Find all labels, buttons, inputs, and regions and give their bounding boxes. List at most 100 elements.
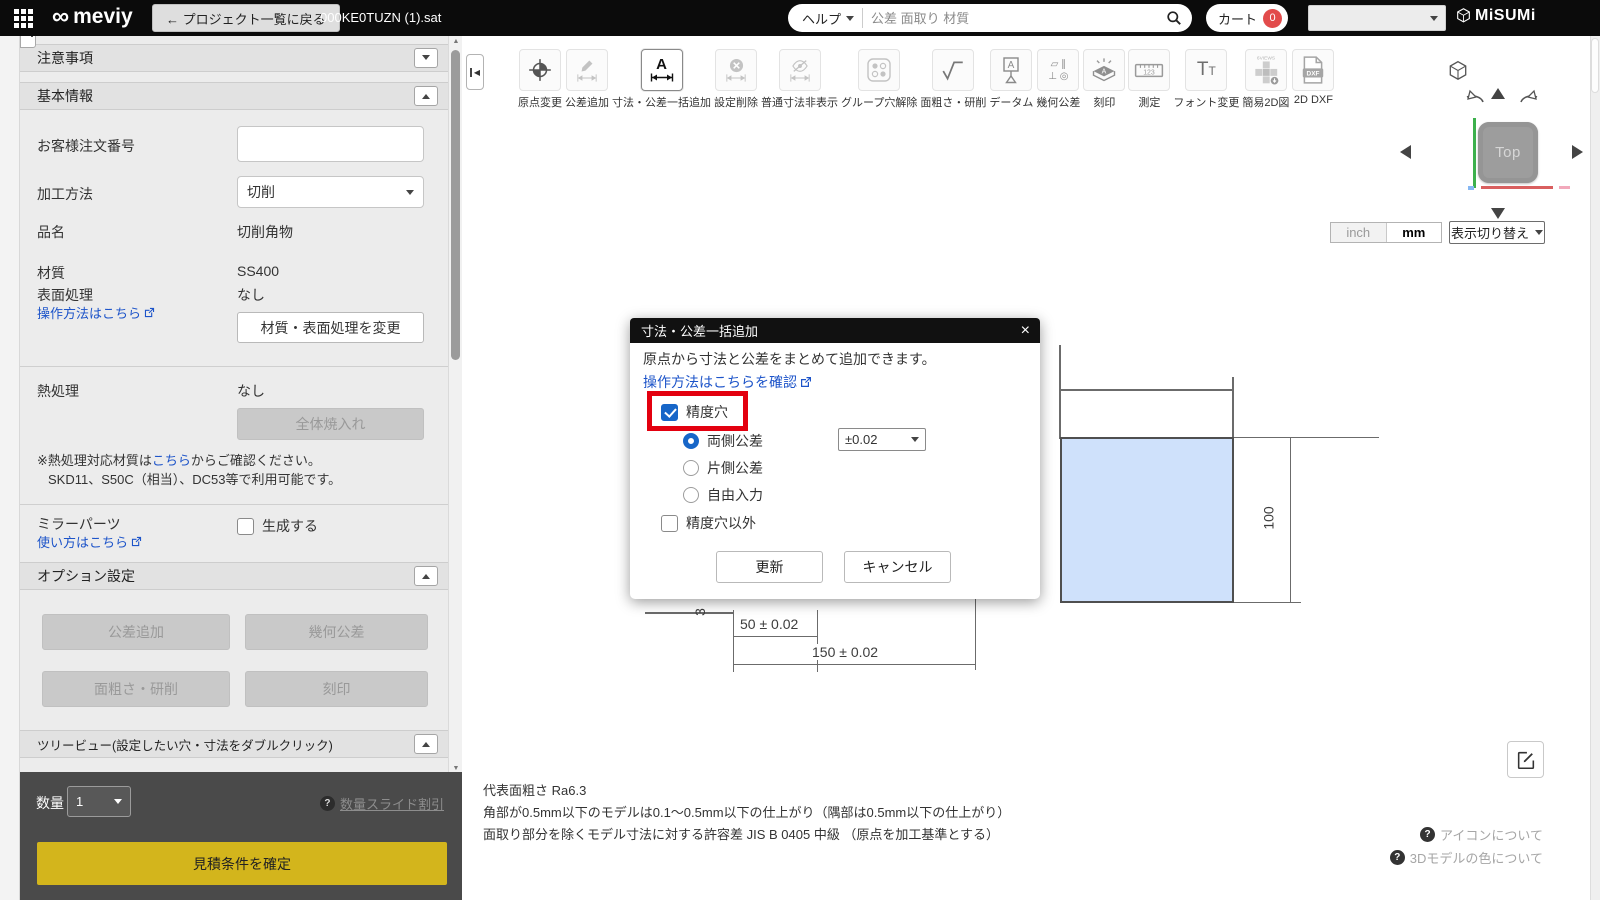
canvas-scrollbar[interactable] bbox=[1590, 36, 1600, 900]
canvas-scrollbar-thumb[interactable] bbox=[1591, 38, 1599, 93]
change-material-button[interactable]: 材質・表面処理を変更 bbox=[237, 312, 424, 343]
part-outline bbox=[1059, 389, 1234, 391]
generate-checkbox[interactable] bbox=[237, 517, 254, 535]
extension-line bbox=[1234, 437, 1379, 438]
toolbar-button-stamp[interactable]: A 刻印 bbox=[1083, 49, 1126, 110]
dimension-tick bbox=[1282, 602, 1299, 603]
unit-inch-button[interactable]: inch bbox=[1331, 223, 1387, 242]
scroll-up-icon[interactable]: ▲ bbox=[449, 38, 463, 45]
external-link-icon bbox=[144, 307, 155, 318]
toolbar-button-geometric-tolerance[interactable]: ▱ ∥ ⊥ ◎ 幾何公差 bbox=[1036, 49, 1080, 110]
heat-note-line1: ※熱処理対応材質はこちらからご確認ください。 bbox=[37, 450, 321, 469]
non-precision-label: 精度穴以外 bbox=[686, 515, 756, 531]
both-side-radio[interactable] bbox=[683, 433, 699, 449]
datum-icon: A bbox=[1003, 57, 1020, 84]
heat-note-link[interactable]: こちら bbox=[152, 450, 191, 469]
display-toggle-button[interactable]: 表示切り替え bbox=[1449, 221, 1545, 244]
viewcube-top-face[interactable]: Top bbox=[1478, 122, 1538, 183]
section-header-treeview[interactable]: ツリービュー(設定したい穴・寸法をダブルクリック) bbox=[20, 730, 448, 758]
rotate-right-arrow[interactable] bbox=[1572, 145, 1583, 159]
free-input-radio[interactable] bbox=[683, 487, 699, 503]
meviy-logo[interactable]: ∞ meviy bbox=[52, 2, 133, 32]
viewer-canvas[interactable]: ◀ 原点変更 公差追加 A 寸法・公差一括追加 設定削除 普通寸法非表示 グルー… bbox=[462, 36, 1600, 900]
sidebar-scrollbar[interactable]: ▲ ▼ bbox=[448, 36, 462, 774]
meviy-logo-text: meviy bbox=[73, 5, 133, 28]
icons-about-link[interactable]: ? アイコンについて bbox=[1420, 825, 1543, 844]
collapse-button[interactable] bbox=[414, 86, 438, 106]
dimension-width-small[interactable]: 50 ± 0.02 bbox=[738, 616, 801, 632]
toolbar-button-datum[interactable]: A データム bbox=[989, 49, 1033, 110]
toolbar-button-roughness[interactable]: 面粗さ・研削 bbox=[920, 49, 986, 110]
option-stamp-button: 刻印 bbox=[245, 671, 428, 707]
update-button[interactable]: 更新 bbox=[716, 551, 823, 583]
treeview-header-label: ツリービュー(設定したい穴・寸法をダブルクリック) bbox=[37, 738, 333, 753]
selected-face[interactable] bbox=[1060, 437, 1234, 603]
viewcube-top-label: Top bbox=[1495, 144, 1521, 161]
letter-a-icon: A bbox=[656, 56, 667, 73]
section-header-options[interactable]: オプション設定 bbox=[20, 562, 448, 590]
topbar: ∞ meviy ← プロジェクト一覧に戻る 000KE0TUZN (1).sat… bbox=[0, 0, 1600, 36]
note-line: 面取り部分を除くモデル寸法に対する許容差 JIS B 0405 中級 （原点を加… bbox=[483, 827, 1000, 842]
search-icon[interactable] bbox=[1166, 10, 1182, 26]
non-precision-checkbox[interactable] bbox=[661, 514, 678, 532]
help-dropdown[interactable]: ヘルプ bbox=[788, 9, 862, 28]
rotate-up-arrow[interactable] bbox=[1491, 88, 1505, 99]
rotate-right-icon[interactable] bbox=[1518, 88, 1546, 106]
topbar-dropdown[interactable] bbox=[1308, 5, 1446, 31]
toolbar-button-batch-dimension[interactable]: A 寸法・公差一括追加 bbox=[612, 49, 711, 110]
toolbar-button-change-font[interactable]: TT フォント変更 bbox=[1173, 49, 1239, 110]
close-icon[interactable]: × bbox=[1021, 322, 1030, 339]
scroll-down-icon[interactable]: ▼ bbox=[449, 765, 463, 772]
part-outline bbox=[1232, 377, 1234, 439]
rotate-down-arrow[interactable] bbox=[1491, 208, 1505, 219]
quantity-select[interactable]: 1 bbox=[67, 786, 131, 817]
chevron-down-icon bbox=[406, 189, 414, 199]
order-number-input[interactable] bbox=[237, 126, 424, 162]
memo-button[interactable] bbox=[1507, 741, 1544, 778]
rotate-left-arrow[interactable] bbox=[1400, 145, 1411, 159]
collapse-button[interactable] bbox=[414, 566, 438, 586]
back-to-projects-button[interactable]: ← プロジェクト一覧に戻る bbox=[152, 4, 340, 32]
precision-hole-checkbox[interactable] bbox=[661, 403, 678, 421]
dimension-line-icon bbox=[726, 74, 746, 82]
howto-link[interactable]: 操作方法はこちら bbox=[37, 303, 155, 322]
rotate-left-icon[interactable] bbox=[1458, 88, 1486, 106]
method-value: 切削 bbox=[247, 184, 275, 200]
collapse-button[interactable] bbox=[414, 48, 438, 68]
confirm-quote-button[interactable]: 見積条件を確定 bbox=[37, 842, 447, 885]
collapse-button[interactable] bbox=[414, 734, 438, 754]
origin-crosshair-icon bbox=[529, 59, 551, 81]
search-input[interactable] bbox=[863, 10, 1166, 26]
dialog-titlebar[interactable]: 寸法・公差一括追加 × bbox=[630, 318, 1040, 343]
one-side-label: 片側公差 bbox=[707, 460, 763, 476]
dimension-width-large[interactable]: 150 ± 0.02 bbox=[810, 644, 881, 660]
method-select[interactable]: 切削 bbox=[237, 176, 424, 208]
toolbar-button-origin[interactable]: 原点変更 bbox=[518, 49, 562, 110]
scrollbar-thumb[interactable] bbox=[451, 50, 460, 360]
meviy-infinity-icon: ∞ bbox=[52, 3, 70, 30]
one-side-radio[interactable] bbox=[683, 460, 699, 476]
dimension-height[interactable]: 100 bbox=[1260, 504, 1277, 532]
mirror-usage-link[interactable]: 使い方はこちら bbox=[37, 532, 142, 551]
section-header-notices[interactable]: 注意事項 bbox=[20, 44, 448, 72]
unit-mm-button[interactable]: mm bbox=[1386, 223, 1441, 242]
model-colors-about-link[interactable]: ? 3Dモデルの色について bbox=[1389, 848, 1543, 867]
collapse-left-icon: ◀ bbox=[469, 67, 480, 77]
dialog-howto-link[interactable]: 操作方法はこちらを確認 bbox=[643, 372, 812, 392]
quantity-discount-link[interactable]: ? 数量スライド割引 bbox=[319, 794, 444, 813]
cart-button[interactable]: カート 0 bbox=[1206, 4, 1289, 32]
question-icon: ? bbox=[1389, 850, 1405, 865]
toolbar-button-measure[interactable]: 123 測定 bbox=[1128, 49, 1171, 110]
icons-about-text: アイコンについて bbox=[1440, 828, 1543, 843]
cancel-button[interactable]: キャンセル bbox=[844, 551, 951, 583]
drawing-toolbar: 原点変更 公差追加 A 寸法・公差一括追加 設定削除 普通寸法非表示 グループ穴… bbox=[518, 49, 1335, 110]
tolerance-select[interactable]: ±0.02 bbox=[838, 428, 926, 451]
non-precision-row: 精度穴以外 bbox=[661, 513, 756, 533]
dimension-partial[interactable]: 3 bbox=[692, 606, 708, 618]
dialog-title: 寸法・公差一括追加 bbox=[641, 324, 759, 339]
panel-collapse-button[interactable]: ◀ bbox=[466, 54, 484, 90]
app-grid-icon[interactable] bbox=[14, 9, 33, 28]
chevron-down-icon bbox=[846, 15, 855, 25]
section-header-basic-info[interactable]: 基本情報 bbox=[20, 82, 448, 110]
viewcube-home-icon[interactable] bbox=[1447, 60, 1469, 82]
